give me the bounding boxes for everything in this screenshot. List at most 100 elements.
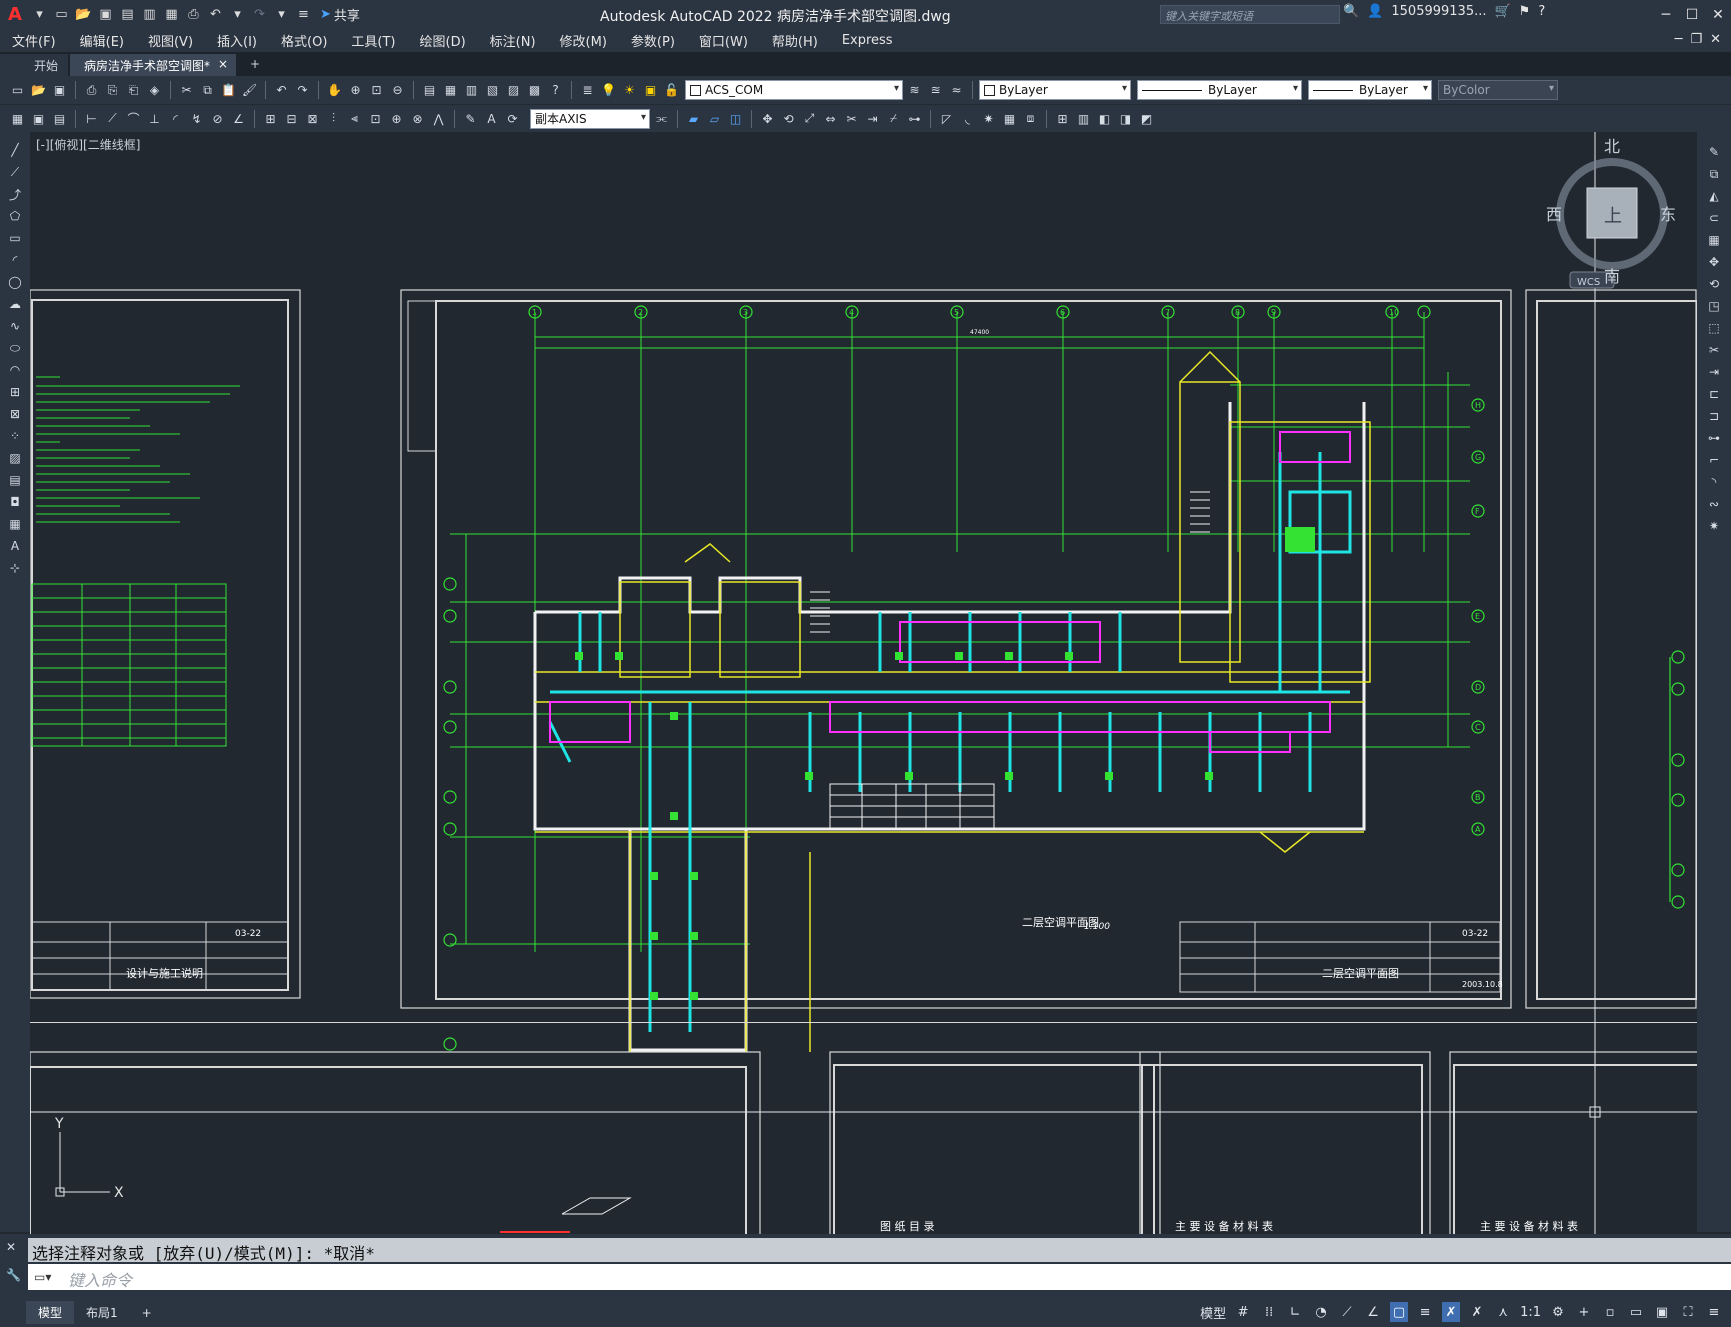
blend-curves-icon[interactable]: ∾ [1704, 494, 1724, 514]
erase-icon[interactable]: ▰ [684, 109, 703, 128]
add-layout-button[interactable]: + [130, 1303, 164, 1323]
new-icon[interactable]: ▭ [8, 81, 27, 100]
3d-print-icon[interactable]: ◈ [145, 81, 164, 100]
menu-window[interactable]: 窗口(W) [687, 31, 760, 50]
layer-lock-icon[interactable]: 🔓 [662, 81, 681, 100]
dim-break-icon[interactable]: ⫷ [345, 109, 364, 128]
break-icon[interactable]: ⌿ [884, 109, 903, 128]
fillet-icon[interactable]: ◟ [958, 109, 977, 128]
line-icon[interactable]: ╱ [5, 140, 25, 160]
offset-icon[interactable]: ⊂ [1704, 208, 1724, 228]
arc-length-icon[interactable]: ⌒ [124, 109, 143, 128]
match-properties-icon[interactable]: 🖌 [240, 81, 259, 100]
workspace-gear-icon[interactable]: ⚙ [1549, 1302, 1567, 1322]
undo-icon[interactable]: ↶ [272, 81, 291, 100]
aligned-dim-icon[interactable]: ⟋ [103, 109, 122, 128]
tab-start[interactable]: 开始 [0, 54, 69, 76]
continue-dim-icon[interactable]: ⊠ [303, 109, 322, 128]
cut-icon[interactable]: ✂ [177, 81, 196, 100]
menu-file[interactable]: 文件(F) [0, 31, 68, 50]
drawing-canvas[interactable]: [-][俯视][二维线框] 设计与施工说明 03-22 二层空调平面图 1:10… [30, 132, 1697, 1234]
mirror-icon[interactable]: ◭ [1704, 186, 1724, 206]
trim-icon[interactable]: ✂ [842, 109, 861, 128]
jogged-linear-icon[interactable]: ⋀ [429, 109, 448, 128]
rectangle-icon[interactable]: ▭ [5, 228, 25, 248]
polygon-icon[interactable]: ⬠ [5, 206, 25, 226]
object-snap-icon[interactable]: ▢ [1390, 1302, 1409, 1322]
dim-style-manager-icon[interactable]: ⫘ [652, 109, 671, 128]
circle-icon[interactable]: ◯ [5, 272, 25, 292]
menu-format[interactable]: 格式(O) [269, 31, 339, 50]
autocad-logo[interactable]: A [0, 0, 30, 29]
join-icon[interactable]: ⊶ [1704, 428, 1724, 448]
center-mark-icon[interactable]: ⊕ [387, 109, 406, 128]
tolerance-icon[interactable]: ⊡ [366, 109, 385, 128]
open-web-icon[interactable]: ▥ [140, 5, 159, 24]
hardware-acceleration-icon[interactable]: ▣ [1653, 1302, 1671, 1322]
insert-block-icon[interactable]: ⊞ [1053, 109, 1072, 128]
save-icon[interactable]: ▣ [96, 5, 115, 24]
grid-icon[interactable]: # [1234, 1302, 1252, 1322]
tool-palettes-icon[interactable]: ▥ [462, 81, 481, 100]
clean-screen-icon[interactable]: ⛶ [1679, 1302, 1697, 1322]
ordinate-dim-icon[interactable]: ⊥ [145, 109, 164, 128]
array-icon[interactable]: ▦ [1000, 109, 1019, 128]
polyline-icon[interactable]: ⤴ [5, 184, 25, 204]
minimize-icon[interactable]: ─ [1653, 0, 1679, 29]
layer-walk-icon[interactable]: ▥ [1074, 109, 1093, 128]
array-icon[interactable]: ▦ [1704, 230, 1724, 250]
close-tab-icon[interactable]: × [218, 57, 228, 71]
copy-icon[interactable]: ⧉ [1704, 164, 1724, 184]
menu-help[interactable]: 帮助(H) [760, 31, 830, 50]
plot-icon[interactable]: ⎙ [82, 81, 101, 100]
plot-icon[interactable]: ⎙ [184, 5, 203, 24]
save-web-icon[interactable]: ▦ [162, 5, 181, 24]
tab-layout1[interactable]: 布局1 [74, 1301, 130, 1324]
copy-object-icon[interactable]: ▱ [705, 109, 724, 128]
color-dropdown[interactable]: ByLayer ▾ [979, 80, 1131, 100]
share-button[interactable]: ➤ 共享 [320, 5, 360, 24]
extend-icon[interactable]: ⇥ [1704, 362, 1724, 382]
layer-previous-icon[interactable]: ≊ [926, 81, 945, 100]
autodesk-app-icon[interactable]: ⚑ [1519, 4, 1531, 19]
dim-space-icon[interactable]: ⫶ [324, 109, 343, 128]
plot-preview-icon[interactable]: ⎘ [103, 81, 122, 100]
markup-icon[interactable]: ▨ [504, 81, 523, 100]
help-icon[interactable]: ? [546, 81, 565, 100]
user-name[interactable]: 1505999135... [1391, 4, 1486, 19]
units-icon[interactable]: ▫ [1601, 1302, 1619, 1322]
scale-icon[interactable]: ◳ [1704, 296, 1724, 316]
baseline-dim-icon[interactable]: ⊟ [282, 109, 301, 128]
dropdown-icon[interactable]: ▾ [30, 5, 49, 24]
menu-express[interactable]: Express [830, 33, 905, 48]
break-icon[interactable]: ⊐ [1704, 406, 1724, 426]
rotate-icon[interactable]: ⟲ [1704, 274, 1724, 294]
block-icon[interactable]: ▣ [29, 109, 48, 128]
mirror-icon[interactable]: ◫ [726, 109, 745, 128]
explode-icon[interactable]: ✷ [1704, 516, 1724, 536]
break-at-point-icon[interactable]: ⊏ [1704, 384, 1724, 404]
new-tab-button[interactable]: + [238, 54, 270, 76]
stretch-icon[interactable]: ⇔ [821, 109, 840, 128]
design-center-icon[interactable]: ▦ [441, 81, 460, 100]
layer-properties-icon[interactable]: ≣ [578, 81, 597, 100]
properties-icon[interactable]: ▤ [420, 81, 439, 100]
fillet-icon[interactable]: ◝ [1704, 472, 1724, 492]
object-snap-tracking-icon[interactable]: ∠ [1364, 1302, 1382, 1322]
add-selected-icon[interactable]: ⊹ [5, 558, 25, 578]
annotation-scale-icon[interactable]: ⋏ [1494, 1302, 1512, 1322]
menu-view[interactable]: 视图(V) [136, 31, 205, 50]
model-space-button[interactable]: 模型 [1200, 1303, 1226, 1322]
layer-isolate-icon[interactable]: ◧ [1095, 109, 1114, 128]
command-recent-icon[interactable]: ▭▾ [34, 1270, 51, 1284]
layer-states-icon[interactable]: ≈ [947, 81, 966, 100]
point-icon[interactable]: ⁘ [5, 426, 25, 446]
redo-icon[interactable]: ↷ [293, 81, 312, 100]
radius-dim-icon[interactable]: ◜ [166, 109, 185, 128]
sheet-set-icon[interactable]: ▧ [483, 81, 502, 100]
menu-insert[interactable]: 插入(I) [205, 31, 269, 50]
close-icon[interactable]: ✕ [6, 1240, 21, 1254]
zoom-window-icon[interactable]: ⊡ [367, 81, 386, 100]
menu-edit[interactable]: 编辑(E) [68, 31, 136, 50]
jogged-dim-icon[interactable]: ↯ [187, 109, 206, 128]
